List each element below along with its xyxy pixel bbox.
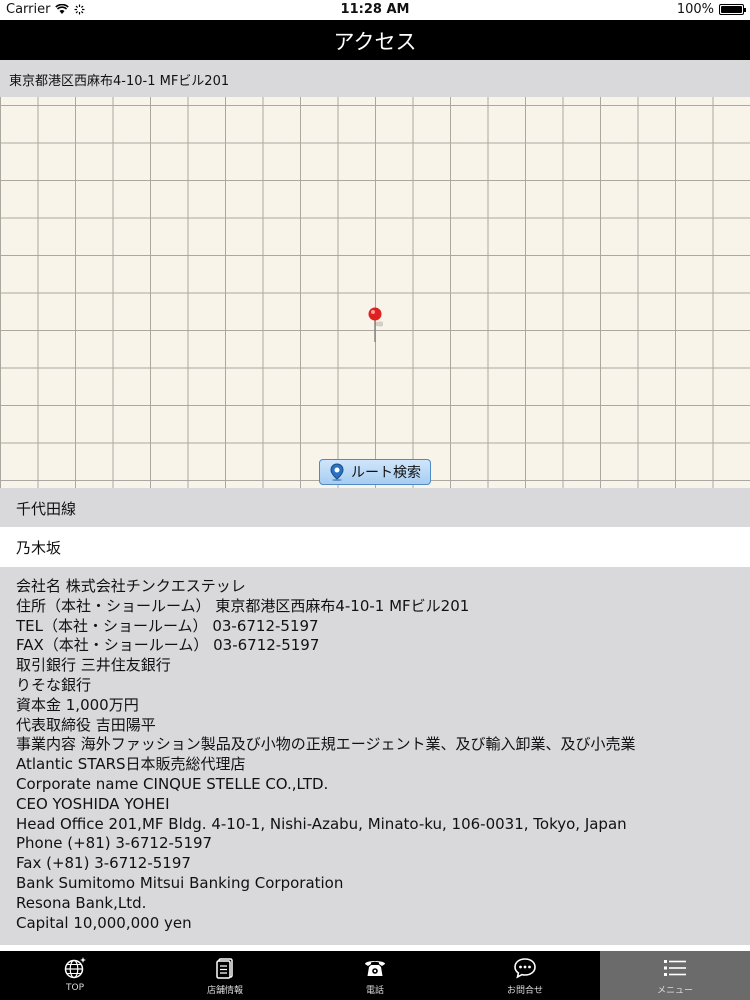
document-icon <box>216 958 233 979</box>
tab-menu-label: メニュー <box>656 986 693 996</box>
page-title: アクセス <box>333 30 417 54</box>
info-line: Bank Sumitomo Mitsui Banking Corporation <box>16 873 344 892</box>
info-line: 代表取締役 吉田陽平 <box>16 715 156 734</box>
tab-store-info-label: 店舗情報 <box>206 986 243 996</box>
list-icon <box>664 960 686 976</box>
info-line: 事業内容 海外ファッション製品及び小物の正規エージェント業、及び輸入卸業、及び小… <box>16 735 636 754</box>
info-line: Capital 10,000,000 yen <box>16 913 192 932</box>
battery-icon <box>719 4 746 15</box>
map-view[interactable]: ルート検索 <box>0 97 750 488</box>
status-bar: Carrier 11:28 AM 100% <box>0 0 750 20</box>
battery-percent: 100% <box>676 2 714 17</box>
location-icon <box>330 463 344 481</box>
info-line: CEO YOSHIDA YOHEI <box>16 794 170 813</box>
info-line: 住所（本社・ショールーム） 東京都港区西麻布4-10-1 MFビル201 <box>16 596 470 615</box>
tab-phone-label: 電話 <box>365 986 384 996</box>
info-line: Corporate name CINQUE STELLE CO.,LTD. <box>16 774 329 793</box>
info-line: りそな銀行 <box>16 675 92 694</box>
info-line: TEL（本社・ショールーム） 03-6712-5197 <box>16 616 319 635</box>
train-line-row: 千代田線 <box>0 488 750 527</box>
phone-icon <box>365 961 385 976</box>
status-time: 11:28 AM <box>340 2 410 17</box>
tab-store-info[interactable]: 店舗情報 <box>150 951 300 1000</box>
tab-menu[interactable]: メニュー <box>600 951 750 1000</box>
info-line: 会社名 株式会社チンクエステッレ <box>16 577 246 595</box>
route-search-label: ルート検索 <box>351 465 421 481</box>
tab-top-label: TOP <box>65 983 84 993</box>
nav-bar: アクセス <box>0 20 750 60</box>
address-text: 東京都港区西麻布4-10-1 MFビル201 <box>9 74 230 89</box>
tab-phone[interactable]: 電話 <box>300 951 450 1000</box>
train-line-name: 千代田線 <box>16 500 77 518</box>
info-line: Fax (+81) 3-6712-5197 <box>16 854 191 873</box>
tab-bar: TOP 店舗情報 電話 お問合せ メニュー <box>0 951 750 1000</box>
info-line: 取引銀行 三井住友銀行 <box>16 656 171 675</box>
info-line: Phone (+81) 3-6712-5197 <box>16 834 213 853</box>
info-line: Head Office 201,MF Bldg. 4-10-1, Nishi-A… <box>16 814 627 833</box>
map-pin-icon[interactable] <box>367 307 383 343</box>
route-search-button[interactable]: ルート検索 <box>319 459 431 485</box>
station-name: 乃木坂 <box>16 539 62 557</box>
tab-contact[interactable]: お問合せ <box>450 951 600 1000</box>
chat-icon <box>514 958 536 979</box>
info-line: FAX（本社・ショールーム） 03-6712-5197 <box>16 636 320 655</box>
info-line: 資本金 1,000万円 <box>16 695 139 714</box>
company-info: 会社名 株式会社チンクエステッレ 住所（本社・ショールーム） 東京都港区西麻布4-… <box>0 567 750 945</box>
station-row: 乃木坂 <box>0 527 750 567</box>
address-header: 東京都港区西麻布4-10-1 MFビル201 <box>0 60 750 97</box>
tab-top[interactable]: TOP <box>0 951 150 1000</box>
info-line: Resona Bank,Ltd. <box>16 893 147 912</box>
globe-icon <box>64 957 86 979</box>
info-line: Atlantic STARS日本販売総代理店 <box>16 755 246 774</box>
tab-contact-label: お問合せ <box>506 986 543 996</box>
